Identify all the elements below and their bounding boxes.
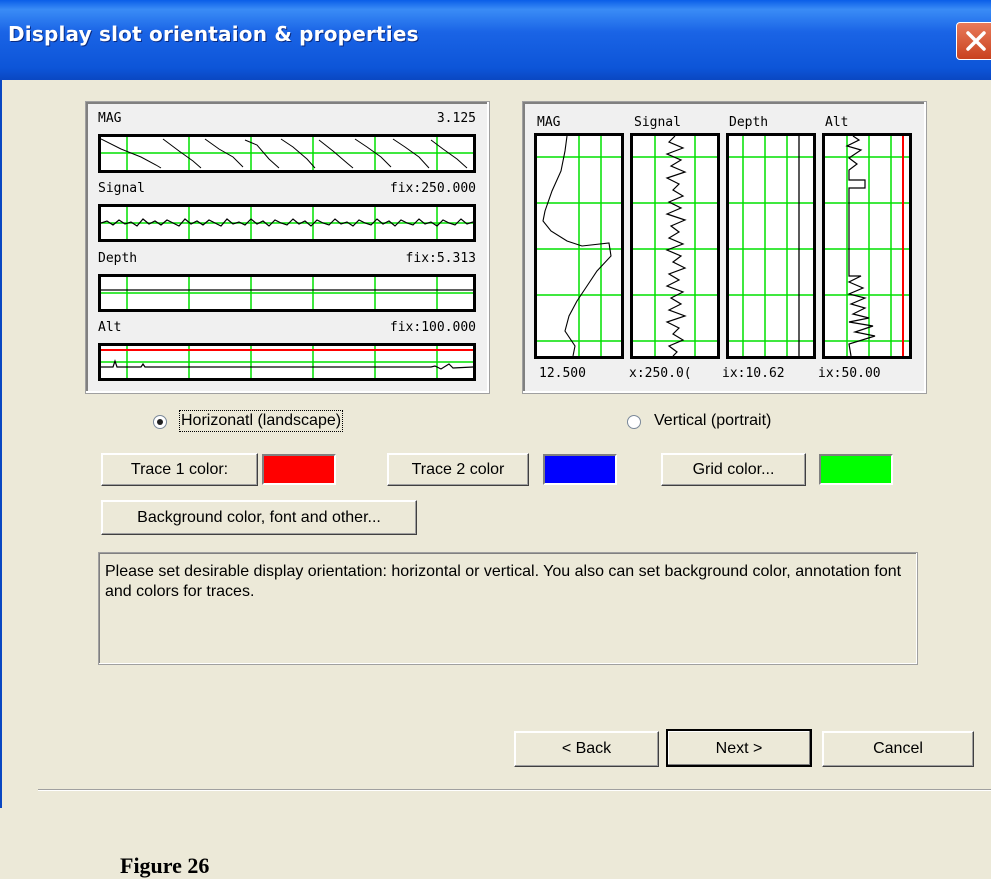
cancel-button[interactable]: Cancel [822,731,974,767]
column-footer: ix:50.00 [818,366,881,381]
track-value: fix:250.000 [389,181,476,196]
grid-color-swatch[interactable] [819,454,893,485]
column-header: Depth [729,115,769,130]
column-alt [822,133,912,359]
close-button[interactable] [956,22,991,60]
alt-trace [101,346,473,378]
track-name: Signal [98,181,145,196]
track-value: 3.125 [436,111,476,126]
title-bar: Display slot orientaion & properties [0,0,991,80]
track-signal [98,204,476,242]
dialog-body: MAG 3.125 Signal fix:250.000 Depth fix:5… [0,80,991,878]
grid-color-button[interactable]: Grid color... [661,453,806,486]
track-alt [98,343,476,381]
radio-selected-dot [157,419,163,425]
figure-caption: Figure 26 [120,853,210,878]
info-text-box: Please set desirable display orientation… [98,552,918,665]
trace1-color-swatch[interactable] [262,454,336,485]
horizontal-radio-label[interactable]: Horizonatl (landscape) [178,410,344,432]
horizontal-radio[interactable] [153,415,167,429]
trace1-color-button[interactable]: Trace 1 color: [101,453,258,486]
back-button-label: < Back [561,740,612,757]
column-footer: ix:10.62 [722,366,785,381]
window-title: Display slot orientaion & properties [8,22,419,46]
next-button[interactable]: Next > [666,729,812,767]
track-name: Depth [98,251,138,266]
close-icon [966,31,986,51]
track-depth [98,274,476,312]
vertical-radio-label[interactable]: Vertical (portrait) [654,412,771,430]
trace2-color-swatch[interactable] [543,454,617,485]
track-value: fix:100.000 [389,320,476,335]
background-options-button[interactable]: Background color, font and other... [101,500,417,535]
vertical-preview[interactable]: MAG Signal Depth Alt 12.500 x:250.0(ix:… [522,101,927,394]
track-mag [98,134,476,173]
separator-line [38,789,991,791]
trace2-color-button[interactable]: Trace 2 color [387,453,529,486]
horizontal-preview[interactable]: MAG 3.125 Signal fix:250.000 Depth fix:5… [85,101,490,394]
column-mag [534,133,624,359]
column-footer: 12.500 [539,366,586,381]
column-signal [630,133,720,359]
track-name: MAG [98,111,122,126]
column-header: Alt [825,115,849,130]
track-name: Alt [98,320,122,335]
column-depth [726,133,816,359]
column-footer: x:250.0( [629,366,692,381]
track-value: fix:5.313 [405,251,476,266]
signal-trace [101,207,473,239]
cancel-button-label: Cancel [873,740,923,757]
next-button-label: Next > [715,740,763,757]
depth-trace [101,277,473,309]
mag-vertical-trace [537,136,621,356]
alt-vertical-trace [825,136,909,356]
depth-vertical-trace [729,136,813,356]
signal-vertical-trace [633,136,717,356]
vertical-radio[interactable] [627,415,641,429]
mag-trace [101,137,473,170]
column-header: Signal [634,115,681,130]
back-button[interactable]: < Back [514,731,659,767]
column-header: MAG [537,115,561,130]
